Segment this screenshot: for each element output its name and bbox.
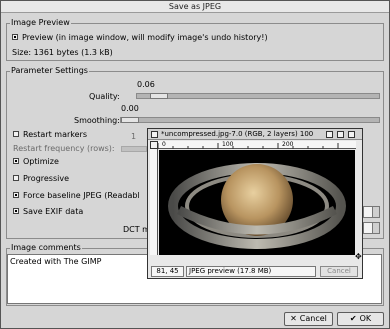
window-menu-icon[interactable]	[151, 131, 158, 138]
progressive-checkbox[interactable]	[13, 175, 19, 181]
smoothing-label: Smoothing:	[74, 116, 120, 125]
force-baseline-checkbox[interactable]	[13, 192, 19, 198]
pointer-coordinates: 81, 45	[151, 266, 184, 277]
quality-label: Quality:	[89, 92, 120, 101]
ruler-ticks	[157, 143, 339, 149]
image-comments-section-label: Image comments	[10, 243, 82, 252]
image-preview-section-label: Image Preview	[10, 18, 71, 27]
restart-frequency-value: 1	[131, 132, 137, 141]
restart-markers-label[interactable]: Restart markers	[23, 130, 87, 139]
horizontal-ruler[interactable]: 0 100 200	[157, 141, 356, 149]
ok-button[interactable]: ✔ OK	[337, 312, 384, 326]
dialog-titlebar[interactable]: Save as JPEG	[1, 1, 389, 13]
optimize-checkbox[interactable]	[13, 158, 19, 164]
restart-frequency-label: Restart frequency (rows):	[13, 144, 115, 153]
saturn-image	[168, 163, 346, 249]
cancel-button[interactable]: ✕ Cancel	[284, 312, 333, 326]
image-comments-text: Created with The GIMP	[10, 257, 102, 266]
preview-checkbox[interactable]	[12, 34, 18, 40]
force-baseline-label[interactable]: Force baseline JPEG (Readabl	[23, 191, 140, 200]
dct-method-label: DCT m	[123, 225, 150, 234]
image-window-title: *uncompressed.jpg-7.0 (RGB, 2 layers) 10…	[161, 130, 314, 138]
ok-button-label: OK	[359, 314, 372, 323]
progressive-label[interactable]: Progressive	[23, 174, 69, 183]
navigate-menu-icon[interactable]	[150, 141, 158, 149]
subsampling-select[interactable]	[363, 206, 380, 218]
smoothing-slider[interactable]	[120, 117, 380, 123]
preview-size-text: Size: 1361 bytes (1.3 kB)	[12, 48, 113, 57]
image-canvas[interactable]	[159, 150, 355, 255]
ruler-tick-label: 100	[222, 141, 234, 148]
save-exif-checkbox[interactable]	[13, 208, 19, 214]
maximize-icon[interactable]	[337, 131, 344, 138]
restart-frequency-slider[interactable]	[121, 146, 147, 152]
save-as-jpeg-dialog: Save as JPEG Image Preview Preview (in i…	[0, 0, 390, 329]
restart-markers-checkbox[interactable]	[13, 131, 19, 137]
image-window-cancel-button[interactable]: Cancel	[320, 266, 358, 277]
quality-slider[interactable]	[136, 93, 380, 99]
navigate-icon[interactable]: ✥	[355, 252, 363, 262]
quality-value: 0.06	[137, 80, 155, 89]
dialog-title: Save as JPEG	[168, 2, 222, 11]
save-exif-label[interactable]: Save EXIF data	[23, 207, 83, 216]
chevron-down-icon[interactable]	[372, 223, 379, 233]
ruler-tick-label: 0	[162, 141, 166, 148]
close-icon[interactable]	[348, 131, 355, 138]
dct-method-select[interactable]	[363, 222, 380, 234]
minimize-icon[interactable]	[326, 131, 333, 138]
chevron-down-icon[interactable]	[372, 207, 379, 217]
image-window[interactable]: *uncompressed.jpg-7.0 (RGB, 2 layers) 10…	[147, 128, 363, 279]
vertical-ruler[interactable]	[150, 149, 158, 255]
quality-slider-thumb[interactable]	[150, 93, 168, 99]
smoothing-value: 0.00	[121, 104, 139, 113]
smoothing-slider-thumb[interactable]	[121, 117, 139, 123]
preview-checkbox-label[interactable]: Preview (in image window, will modify im…	[22, 33, 268, 42]
cancel-button-label: Cancel	[299, 314, 327, 323]
optimize-label[interactable]: Optimize	[23, 157, 59, 166]
parameter-settings-section-label: Parameter Settings	[10, 66, 89, 75]
image-status-message: JPEG preview (17.8 MB)	[186, 266, 316, 277]
ok-icon: ✔	[349, 314, 357, 323]
cancel-icon: ✕	[290, 314, 297, 323]
image-window-titlebar[interactable]: *uncompressed.jpg-7.0 (RGB, 2 layers) 10…	[148, 129, 362, 140]
ruler-tick-label: 200	[282, 141, 294, 148]
